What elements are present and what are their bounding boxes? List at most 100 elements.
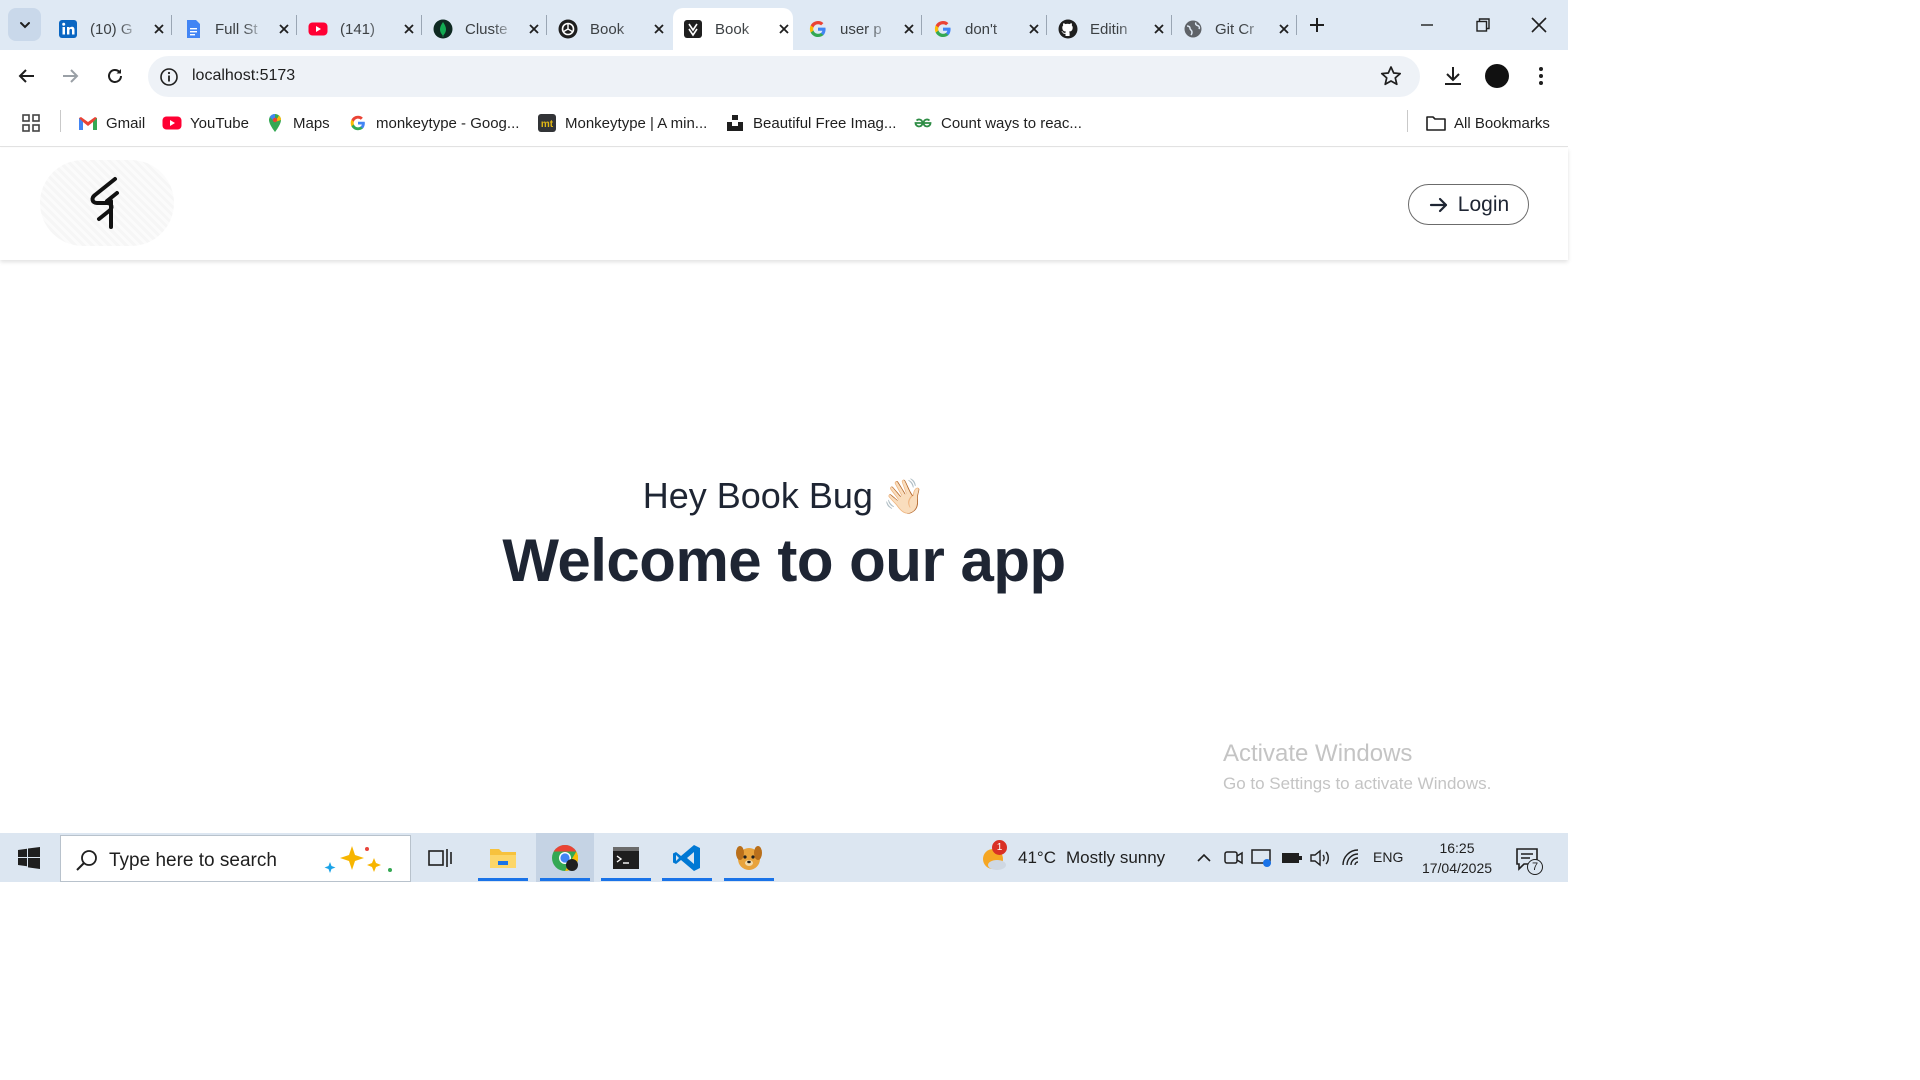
taskbar-vscode[interactable] xyxy=(658,833,716,882)
address-bar[interactable]: localhost:5173 xyxy=(148,56,1420,97)
tab-close-icon[interactable] xyxy=(649,19,668,39)
folder-icon xyxy=(490,848,516,868)
tab-close-icon[interactable] xyxy=(1274,19,1293,39)
youtube-icon xyxy=(308,19,328,39)
weather-widget[interactable]: 1 41°C Mostly sunny xyxy=(980,840,1165,872)
tab-separator xyxy=(1296,15,1297,35)
browser-tab[interactable]: Book xyxy=(548,8,668,50)
bookmark-monkeytype[interactable]: mt Monkeytype | A min... xyxy=(537,112,707,134)
taskbar-chrome[interactable] xyxy=(536,833,594,882)
bookmark-gmail[interactable]: Gmail xyxy=(78,112,145,134)
apps-grid-icon xyxy=(21,113,41,133)
bookmark-geeksforgeeks[interactable]: Count ways to reac... xyxy=(913,112,1082,134)
bookmark-unsplash[interactable]: Beautiful Free Imag... xyxy=(725,112,896,134)
tab-strip: (10) G Full St (141) Cluste Book Book us… xyxy=(0,0,1568,50)
tab-title: Cluste xyxy=(465,20,508,38)
bookmark-youtube[interactable]: YouTube xyxy=(162,112,249,134)
network-indicator[interactable] xyxy=(1341,847,1363,869)
minimize-button[interactable] xyxy=(1412,10,1442,40)
taskbar-postman-dog-app[interactable] xyxy=(720,833,778,882)
reload-button[interactable] xyxy=(101,62,129,90)
tab-close-icon[interactable] xyxy=(899,19,918,39)
browser-tab[interactable]: user p xyxy=(798,8,918,50)
downloads-button[interactable] xyxy=(1440,63,1466,89)
tab-title: Editin xyxy=(1090,20,1128,38)
close-window-button[interactable] xyxy=(1524,10,1554,40)
bookmark-monkeytype-google[interactable]: monkeytype - Goog... xyxy=(348,112,519,134)
browser-tab[interactable]: (141) xyxy=(298,8,418,50)
monkeytype-icon: mt xyxy=(537,113,557,133)
task-view-button[interactable] xyxy=(411,833,469,882)
tab-separator xyxy=(1046,15,1047,35)
tab-close-icon[interactable] xyxy=(774,19,793,39)
show-hidden-icons-button[interactable] xyxy=(1193,847,1215,869)
all-bookmarks-button[interactable]: All Bookmarks xyxy=(1426,112,1550,134)
bookmarks-divider xyxy=(1407,110,1408,132)
login-label: Login xyxy=(1457,192,1510,216)
bookmark-maps[interactable]: Maps xyxy=(265,112,330,134)
mongodb-icon xyxy=(433,19,453,39)
restore-button[interactable] xyxy=(1468,10,1498,40)
meet-now-button[interactable] xyxy=(1223,847,1245,869)
google-docs-icon xyxy=(183,19,203,39)
video-camera-icon xyxy=(1224,851,1243,865)
github-icon xyxy=(1058,19,1078,39)
weather-sun-icon: 1 xyxy=(980,840,1008,872)
app-monitor-icon xyxy=(1251,849,1271,867)
start-button[interactable] xyxy=(10,843,48,873)
volume-control[interactable] xyxy=(1310,847,1332,869)
all-bookmarks-label: All Bookmarks xyxy=(1454,114,1550,132)
bookmark-star-icon[interactable] xyxy=(1380,65,1402,87)
active-indicator xyxy=(601,878,651,881)
windows-logo-icon xyxy=(18,847,40,869)
input-language[interactable]: ENG xyxy=(1373,849,1403,865)
browser-tab[interactable]: Cluste xyxy=(423,8,543,50)
browser-tab-active[interactable]: Book xyxy=(673,8,793,50)
tab-close-icon[interactable] xyxy=(1024,19,1043,39)
kebab-menu-icon xyxy=(1539,67,1543,85)
tab-close-icon[interactable] xyxy=(524,19,543,39)
tab-title: user p xyxy=(840,20,882,38)
clock-date: 17/04/2025 xyxy=(1421,860,1493,876)
profile-avatar[interactable] xyxy=(1485,64,1509,88)
browser-menu-button[interactable] xyxy=(1528,63,1554,89)
system-clock[interactable]: 16:25 17/04/2025 xyxy=(1414,838,1500,878)
forward-button[interactable] xyxy=(56,62,84,90)
browser-tab[interactable]: Editin xyxy=(1048,8,1168,50)
tab-close-icon[interactable] xyxy=(274,19,293,39)
tab-search-button[interactable] xyxy=(8,8,41,41)
tray-app-button[interactable] xyxy=(1251,847,1273,869)
battery-indicator[interactable] xyxy=(1281,847,1303,869)
tab-separator xyxy=(421,15,422,35)
login-button[interactable]: Login xyxy=(1408,184,1529,225)
browser-tab[interactable]: Full St xyxy=(173,8,293,50)
site-info-icon[interactable] xyxy=(159,67,179,87)
notification-count: 7 xyxy=(1527,859,1543,875)
new-tab-button[interactable] xyxy=(1304,12,1330,38)
greeting-text: Hey Book Bug xyxy=(642,475,873,516)
browser-toolbar: localhost:5173 xyxy=(0,50,1568,102)
task-view-icon xyxy=(428,848,452,867)
notification-center-button[interactable]: 7 xyxy=(1514,845,1544,875)
taskbar-terminal[interactable] xyxy=(597,833,655,882)
google-icon xyxy=(808,19,828,39)
browser-tab[interactable]: Git Cr xyxy=(1173,8,1293,50)
browser-tab[interactable]: (10) G xyxy=(48,8,168,50)
app-logo[interactable] xyxy=(40,160,174,246)
svg-text:mt: mt xyxy=(541,119,554,130)
browser-tab[interactable]: don't xyxy=(923,8,1043,50)
terminal-icon xyxy=(613,846,639,869)
back-button[interactable] xyxy=(13,62,41,90)
url-text[interactable]: localhost:5173 xyxy=(192,67,295,85)
tab-separator xyxy=(171,15,172,35)
taskbar-search[interactable]: Type here to search xyxy=(60,835,411,882)
active-indicator xyxy=(724,878,774,881)
apps-button[interactable] xyxy=(21,112,49,134)
tab-close-icon[interactable] xyxy=(399,19,418,39)
arrow-right-icon xyxy=(63,69,79,83)
search-icon xyxy=(76,850,97,871)
plus-icon xyxy=(1310,18,1324,32)
tab-close-icon[interactable] xyxy=(149,19,168,39)
tab-close-icon[interactable] xyxy=(1149,19,1168,39)
taskbar-file-explorer[interactable] xyxy=(474,833,532,882)
